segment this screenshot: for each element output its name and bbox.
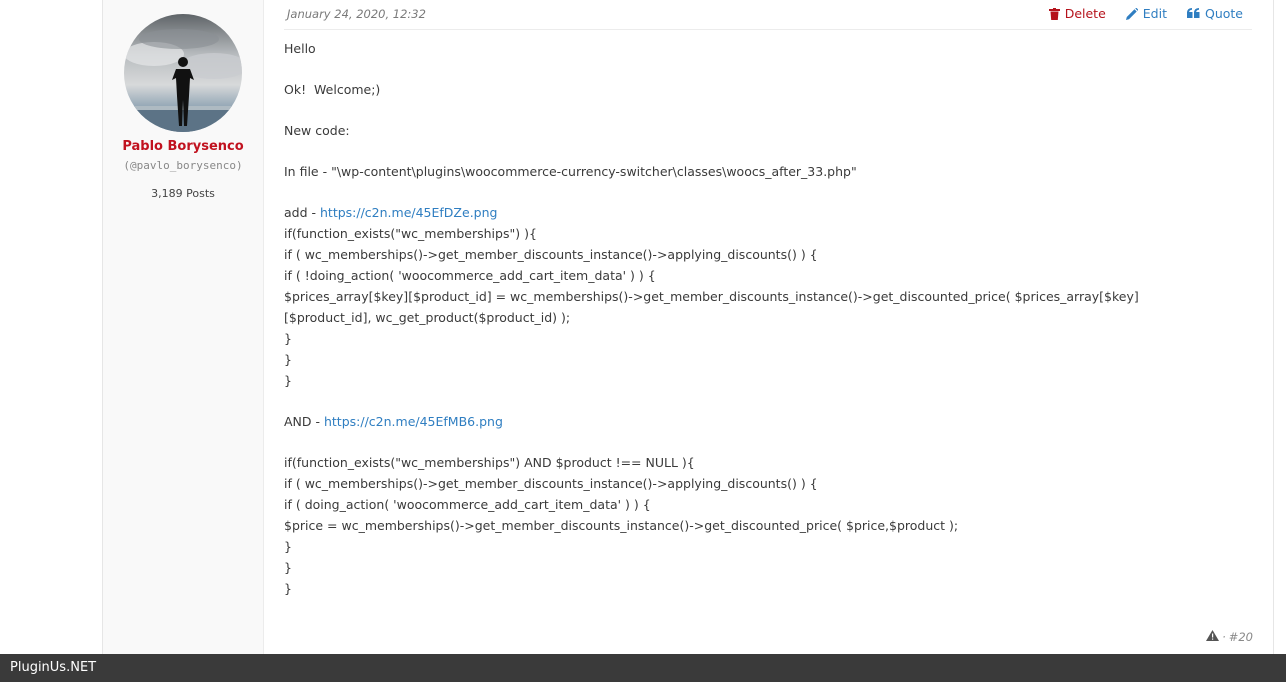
author-name[interactable]: Pablo Borysenco <box>103 139 263 154</box>
post-footer: · #20 <box>1206 630 1253 644</box>
warning-icon[interactable] <box>1206 630 1220 644</box>
body-line: Hello <box>284 41 316 56</box>
post-actions: Delete Edit Quote <box>1048 6 1243 21</box>
post-header: January 24, 2020, 12:32 Delete Edit Quot… <box>284 0 1252 30</box>
image-link-2[interactable]: https://c2n.me/45EfMB6.png <box>324 414 503 429</box>
code-line: $price = wc_memberships()->get_member_di… <box>284 518 959 533</box>
post-date: January 24, 2020, 12:32 <box>287 7 426 21</box>
code-line: } <box>284 331 292 346</box>
body-line: AND - https://c2n.me/45EfMB6.png <box>284 414 503 429</box>
edit-button[interactable]: Edit <box>1125 6 1167 21</box>
avatar[interactable] <box>124 14 242 132</box>
author-panel: Pablo Borysenco (@pavlo_borysenco) 3,189… <box>103 0 264 654</box>
code-line: } <box>284 539 292 554</box>
author-post-count: 3,189 Posts <box>151 187 215 200</box>
quote-icon <box>1186 8 1200 19</box>
code-line: if(function_exists("wc_memberships") AND… <box>284 455 695 470</box>
bottom-bar: PluginUs.NET <box>0 654 1286 682</box>
site-name[interactable]: PluginUs.NET <box>10 660 96 675</box>
edit-label: Edit <box>1142 6 1167 21</box>
author-handle: (@pavlo_borysenco) <box>123 159 243 172</box>
code-line: } <box>284 560 292 575</box>
code-line: } <box>284 373 292 388</box>
quote-label: Quote <box>1204 6 1243 21</box>
quote-button[interactable]: Quote <box>1186 6 1243 21</box>
body-line: In file - "\wp-content\plugins\woocommer… <box>284 164 857 179</box>
body-line: New code: <box>284 123 350 138</box>
code-line: if ( doing_action( 'woocommerce_add_cart… <box>284 497 651 512</box>
code-line: if(function_exists("wc_memberships") ){ <box>284 226 537 241</box>
body-line: Ok! Welcome;) <box>284 82 381 97</box>
body-line: add - https://c2n.me/45EfDZe.png <box>284 205 498 220</box>
trash-icon <box>1048 7 1060 20</box>
footer-separator: · <box>1222 630 1226 644</box>
code-line: } <box>284 581 292 596</box>
pencil-icon <box>1125 7 1138 20</box>
forum-post: Pablo Borysenco (@pavlo_borysenco) 3,189… <box>102 0 1274 654</box>
code-line: $prices_array[$key][$product_id] = wc_me… <box>284 289 1139 304</box>
post-number[interactable]: #20 <box>1229 630 1253 644</box>
code-line: } <box>284 352 292 367</box>
delete-label: Delete <box>1064 6 1106 21</box>
post-body: Hello Ok! Welcome;) New code: In file - … <box>284 38 1234 599</box>
code-line: [$product_id], wc_get_product($product_i… <box>284 310 571 325</box>
image-link-1[interactable]: https://c2n.me/45EfDZe.png <box>320 205 497 220</box>
delete-button[interactable]: Delete <box>1048 6 1106 21</box>
code-line: if ( wc_memberships()->get_member_discou… <box>284 247 818 262</box>
code-line: if ( wc_memberships()->get_member_discou… <box>284 476 818 491</box>
code-line: if ( !doing_action( 'woocommerce_add_car… <box>284 268 656 283</box>
